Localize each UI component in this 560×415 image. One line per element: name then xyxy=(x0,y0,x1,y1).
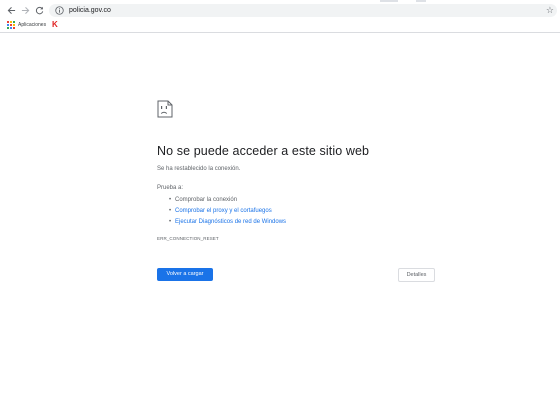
forward-button[interactable] xyxy=(18,3,32,17)
sad-page-icon xyxy=(157,100,173,118)
bookmarks-bar: Aplicaciones K xyxy=(0,18,560,33)
reload-icon xyxy=(35,6,43,14)
forward-arrow-icon xyxy=(21,6,29,14)
back-button[interactable] xyxy=(4,3,18,17)
suggestion-run-diagnostics-link[interactable]: Ejecutar Diagnósticos de red de Windows xyxy=(169,217,286,228)
suggestion-check-proxy-link[interactable]: Comprobar el proxy y el cortafuegos xyxy=(169,206,286,217)
page-title: No se puede acceder a este sitio web xyxy=(157,144,370,158)
bookmark-apps-label[interactable]: Aplicaciones xyxy=(18,18,46,32)
details-button[interactable]: Detalles xyxy=(398,268,435,282)
suggestion-list: Comprobar la conexión Comprobar el proxy… xyxy=(169,195,286,228)
suggestion-check-connection: Comprobar la conexión xyxy=(169,195,286,206)
reload-button[interactable] xyxy=(32,3,46,17)
apps-grid-icon[interactable] xyxy=(7,21,15,29)
reload-page-button[interactable]: Volver a cargar xyxy=(157,268,213,281)
try-label: Prueba a: xyxy=(157,185,184,191)
error-code: ERR_CONNECTION_RESET xyxy=(157,236,219,241)
browser-toolbar: policia.gov.co ☆ xyxy=(0,2,560,18)
bookmark-k-logo[interactable]: K xyxy=(52,18,58,32)
url-text[interactable]: policia.gov.co xyxy=(69,4,111,17)
back-arrow-icon xyxy=(7,6,15,14)
address-bar[interactable]: policia.gov.co ☆ xyxy=(49,4,557,17)
info-icon[interactable] xyxy=(55,6,64,15)
star-icon[interactable]: ☆ xyxy=(546,4,554,17)
error-subtitle: Se ha restablecido la conexión. xyxy=(157,166,241,172)
